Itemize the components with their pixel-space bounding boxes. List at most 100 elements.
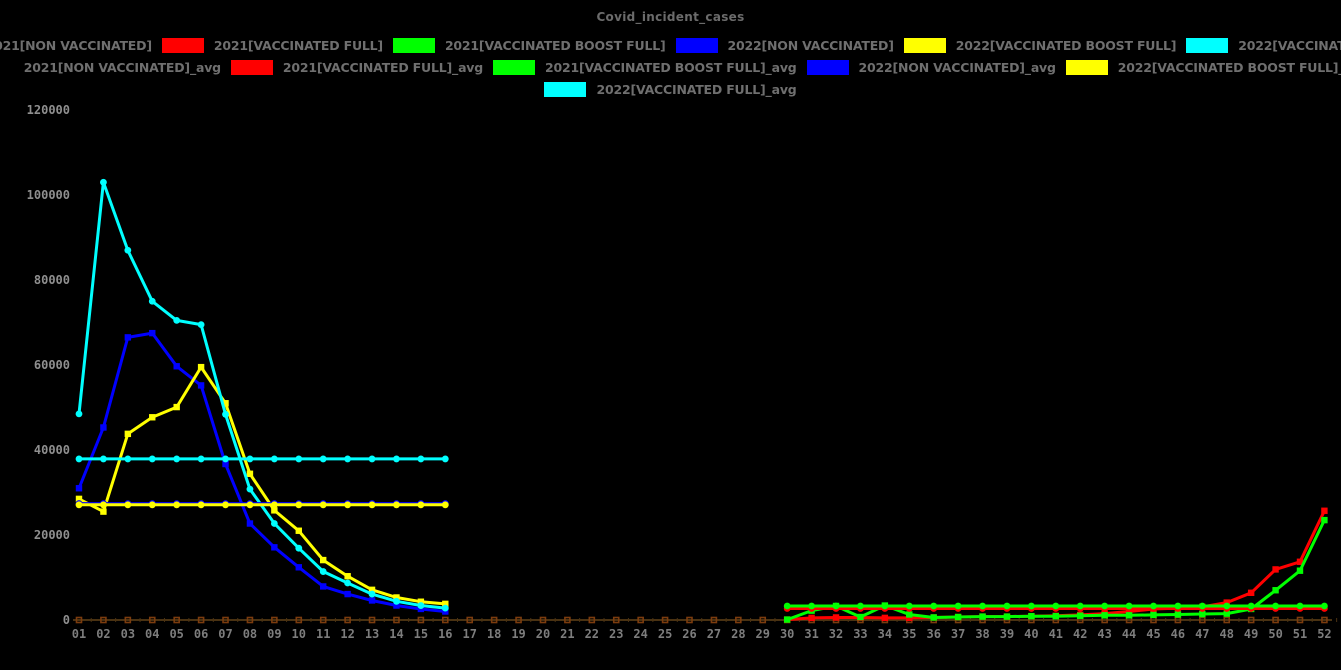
data-point-marker (295, 545, 302, 552)
data-point-marker (295, 501, 302, 508)
data-point-marker (1126, 612, 1132, 618)
y-axis-label: 40000 (34, 443, 70, 457)
data-point-marker (1077, 603, 1084, 610)
data-point-marker (906, 611, 912, 617)
data-point-marker (247, 456, 254, 463)
x-axis-label: 35 (902, 627, 916, 641)
x-axis-label: 41 (1049, 627, 1063, 641)
data-point-marker (1004, 603, 1011, 610)
data-point-marker (1321, 508, 1327, 514)
data-point-marker (125, 334, 131, 340)
data-point-marker (1004, 613, 1010, 619)
data-point-marker (906, 603, 913, 610)
x-axis-label: 28 (731, 627, 745, 641)
data-point-marker (881, 603, 888, 610)
data-point-marker (100, 424, 106, 430)
y-axis-label: 80000 (34, 273, 70, 287)
data-point-marker (271, 544, 277, 550)
x-axis-label: 11 (316, 627, 330, 641)
data-point-marker (369, 597, 375, 603)
data-point-marker (247, 520, 253, 526)
x-axis-label: 20 (536, 627, 550, 641)
data-point-marker (173, 404, 179, 410)
x-axis-label: 46 (1171, 627, 1185, 641)
data-point-marker (198, 382, 204, 388)
x-axis-label: 18 (487, 627, 501, 641)
data-point-marker (124, 501, 131, 508)
data-point-marker (320, 501, 327, 508)
data-point-marker (320, 568, 327, 575)
data-point-marker (1223, 603, 1230, 610)
data-point-marker (344, 501, 351, 508)
x-axis-label: 22 (585, 627, 599, 641)
data-point-marker (124, 456, 131, 463)
data-point-marker (1272, 566, 1278, 572)
x-axis-label: 39 (1000, 627, 1014, 641)
data-point-marker (1272, 587, 1278, 593)
series-line (76, 364, 449, 607)
data-point-marker (149, 414, 155, 420)
data-point-marker (1126, 603, 1133, 610)
data-point-marker (125, 431, 131, 437)
data-point-marker (1150, 612, 1156, 618)
data-point-marker (100, 179, 107, 186)
data-point-marker (393, 501, 400, 508)
data-point-marker (100, 508, 106, 514)
data-point-marker (344, 573, 350, 579)
x-axis-label: 30 (780, 627, 794, 641)
data-point-marker (979, 613, 985, 619)
data-point-marker (369, 501, 376, 508)
data-point-marker (271, 501, 278, 508)
x-axis-label: 03 (121, 627, 135, 641)
x-axis-label: 31 (804, 627, 818, 641)
x-axis-label: 40 (1024, 627, 1038, 641)
data-point-marker (173, 363, 179, 369)
data-point-marker (1028, 613, 1034, 619)
data-point-marker (369, 591, 376, 598)
x-axis-label: 02 (96, 627, 110, 641)
x-axis-label: 43 (1097, 627, 1111, 641)
x-axis-label: 14 (389, 627, 403, 641)
data-point-marker (1101, 603, 1108, 610)
x-axis-label: 15 (414, 627, 428, 641)
data-point-marker (198, 501, 205, 508)
data-point-marker (198, 321, 205, 328)
data-point-marker (930, 603, 937, 610)
x-axis-label: 13 (365, 627, 379, 641)
series-line (76, 330, 449, 615)
data-point-marker (442, 605, 449, 612)
data-point-marker (173, 456, 180, 463)
data-point-marker (295, 456, 302, 463)
data-point-marker (393, 456, 400, 463)
data-point-marker (344, 580, 351, 587)
data-point-marker (808, 603, 815, 610)
data-point-marker (222, 411, 229, 418)
data-point-marker (1297, 603, 1304, 610)
x-axis-label: 10 (292, 627, 306, 641)
data-point-marker (247, 486, 254, 493)
x-axis-label: 04 (145, 627, 159, 641)
x-axis-label: 33 (853, 627, 867, 641)
data-point-marker (1321, 517, 1327, 523)
data-point-marker (1175, 603, 1182, 610)
x-axis-label: 52 (1317, 627, 1331, 641)
data-point-marker (1101, 612, 1107, 618)
data-point-marker (784, 603, 791, 610)
data-point-marker (1175, 611, 1181, 617)
x-axis-label: 08 (243, 627, 257, 641)
data-point-marker (100, 456, 107, 463)
x-axis-label: 37 (951, 627, 965, 641)
chart-canvas: 0200004000060000800001000001200000102030… (0, 0, 1341, 670)
data-point-marker (1077, 613, 1083, 619)
data-point-marker (1028, 603, 1035, 610)
data-point-marker (247, 471, 253, 477)
data-point-marker (979, 603, 986, 610)
x-axis: 0102030405060708091011121314151617181920… (72, 618, 1337, 642)
x-axis-label: 34 (878, 627, 892, 641)
data-point-marker (271, 520, 278, 527)
data-point-marker (222, 501, 229, 508)
data-point-marker (320, 456, 327, 463)
chart-window: Covid_incident_cases 2021[NON VACCINATED… (0, 0, 1341, 670)
data-point-marker (833, 603, 840, 610)
x-axis-label: 17 (462, 627, 476, 641)
